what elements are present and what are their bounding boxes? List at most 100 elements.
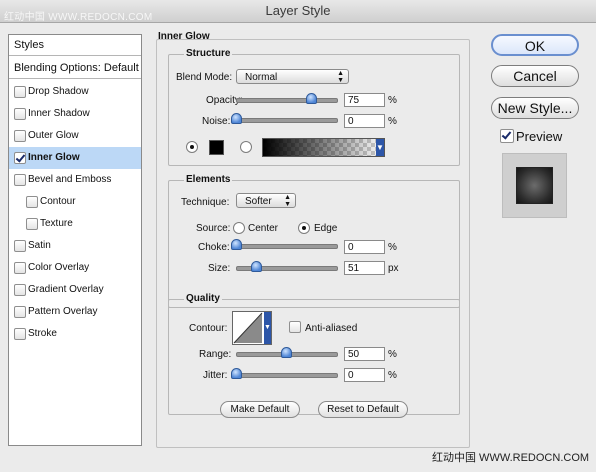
noise-label: Noise:	[202, 116, 231, 127]
style-item-label: Gradient Overlay	[28, 284, 104, 295]
technique-value: Softer	[245, 196, 272, 207]
quality-title: Quality	[184, 293, 222, 304]
style-item[interactable]: Texture	[9, 213, 141, 235]
style-item[interactable]: Drop Shadow	[9, 81, 141, 103]
range-label: Range:	[199, 349, 232, 360]
new-style-button[interactable]: New Style...	[491, 97, 579, 119]
choke-unit: %	[388, 242, 397, 253]
noise-slider-knob[interactable]	[231, 113, 242, 124]
contour-curve-icon	[233, 312, 263, 344]
choke-input[interactable]: 0	[344, 240, 385, 254]
preview-label[interactable]: Preview	[516, 129, 562, 144]
style-item-checkbox[interactable]	[26, 196, 38, 208]
contour-dropdown-icon[interactable]: ▼	[264, 312, 271, 344]
blend-mode-label: Blend Mode:	[176, 72, 233, 83]
preview-checkbox[interactable]	[500, 129, 514, 143]
technique-label: Technique:	[181, 197, 230, 208]
glow-color-swatch[interactable]	[209, 140, 224, 155]
dialog-content: Styles Blending Options: Default Drop Sh…	[0, 23, 596, 472]
jitter-unit: %	[388, 370, 397, 381]
style-item-checkbox[interactable]	[14, 306, 26, 318]
titlebar: 红动中国 WWW.REDOCN.COM Layer Style	[0, 0, 596, 23]
reset-to-default-button[interactable]: Reset to Default	[318, 401, 408, 418]
source-label: Source:	[196, 223, 231, 234]
anti-aliased-label[interactable]: Anti-aliased	[305, 323, 357, 334]
color-fill-radio[interactable]	[186, 141, 198, 153]
opacity-slider-knob[interactable]	[306, 93, 317, 104]
cancel-button[interactable]: Cancel	[491, 65, 579, 87]
style-item-checkbox[interactable]	[14, 328, 26, 340]
style-item-label: Bevel and Emboss	[28, 174, 112, 185]
elements-title: Elements	[184, 174, 233, 185]
jitter-label: Jitter:	[203, 370, 228, 381]
range-slider-knob[interactable]	[281, 347, 292, 358]
style-item-label: Contour	[40, 196, 76, 207]
choke-slider-knob[interactable]	[231, 239, 242, 250]
style-item[interactable]: Gradient Overlay	[9, 279, 141, 301]
gradient-dropdown-icon[interactable]: ▼	[376, 139, 384, 156]
range-unit: %	[388, 349, 397, 360]
style-item-checkbox[interactable]	[14, 86, 26, 98]
style-item[interactable]: Inner Glow	[9, 147, 141, 169]
anti-aliased-checkbox[interactable]	[289, 321, 301, 333]
size-input[interactable]: 51	[344, 261, 385, 275]
style-item-label: Pattern Overlay	[28, 306, 98, 317]
style-item[interactable]: Bevel and Emboss	[9, 169, 141, 191]
blend-mode-select[interactable]: Normal ▲ ▼	[236, 69, 349, 84]
source-center-radio[interactable]	[233, 222, 245, 234]
blend-mode-value: Normal	[245, 72, 278, 83]
size-label: Size:	[208, 263, 231, 274]
noise-slider-track[interactable]	[236, 118, 338, 123]
style-item[interactable]: Contour	[9, 191, 141, 213]
jitter-input[interactable]: 0	[344, 368, 385, 382]
choke-label: Choke:	[198, 242, 230, 253]
jitter-slider-knob[interactable]	[231, 368, 242, 379]
source-edge-radio[interactable]	[298, 222, 310, 234]
structure-title: Structure	[184, 48, 233, 59]
style-item[interactable]: Inner Shadow	[9, 103, 141, 125]
style-item-checkbox[interactable]	[14, 108, 26, 120]
style-item-label: Inner Glow	[28, 152, 80, 163]
style-item[interactable]: Stroke	[9, 323, 141, 345]
styles-header[interactable]: Styles	[9, 35, 141, 56]
style-item-label: Outer Glow	[28, 130, 79, 141]
style-item-checkbox[interactable]	[14, 284, 26, 296]
gradient-fill-radio[interactable]	[240, 141, 252, 153]
opacity-input[interactable]: 75	[344, 93, 385, 107]
style-item-label: Satin	[28, 240, 51, 251]
style-item[interactable]: Outer Glow	[9, 125, 141, 147]
style-item-label: Texture	[40, 218, 73, 229]
range-input[interactable]: 50	[344, 347, 385, 361]
noise-unit: %	[388, 116, 397, 127]
noise-input[interactable]: 0	[344, 114, 385, 128]
style-item[interactable]: Color Overlay	[9, 257, 141, 279]
style-item-checkbox[interactable]	[26, 218, 38, 230]
window-title: Layer Style	[265, 3, 331, 18]
blending-options-header[interactable]: Blending Options: Default	[9, 58, 141, 79]
style-item[interactable]: Pattern Overlay	[9, 301, 141, 323]
make-default-button[interactable]: Make Default	[220, 401, 300, 418]
style-item[interactable]: Satin	[9, 235, 141, 257]
choke-slider-track[interactable]	[236, 244, 338, 249]
preview-thumbnail	[502, 153, 567, 218]
source-edge-label[interactable]: Edge	[314, 223, 337, 234]
jitter-slider-track[interactable]	[236, 373, 338, 378]
opacity-slider-track[interactable]	[236, 98, 338, 103]
technique-select[interactable]: Softer ▲ ▼	[236, 193, 296, 208]
preview-swatch	[516, 167, 553, 204]
style-item-checkbox[interactable]	[14, 262, 26, 274]
size-unit: px	[388, 263, 399, 274]
gradient-picker[interactable]: ▼	[262, 138, 385, 157]
size-slider-knob[interactable]	[251, 261, 262, 272]
ok-button[interactable]: OK	[491, 34, 579, 56]
contour-picker[interactable]: ▼	[232, 311, 272, 345]
style-item-label: Drop Shadow	[28, 86, 89, 97]
style-item-checkbox[interactable]	[14, 152, 26, 164]
style-item-checkbox[interactable]	[14, 174, 26, 186]
style-item-checkbox[interactable]	[14, 130, 26, 142]
styles-list: Styles Blending Options: Default Drop Sh…	[8, 34, 142, 446]
source-center-label[interactable]: Center	[248, 223, 278, 234]
style-item-checkbox[interactable]	[14, 240, 26, 252]
style-item-label: Inner Shadow	[28, 108, 90, 119]
contour-label: Contour:	[189, 323, 228, 334]
